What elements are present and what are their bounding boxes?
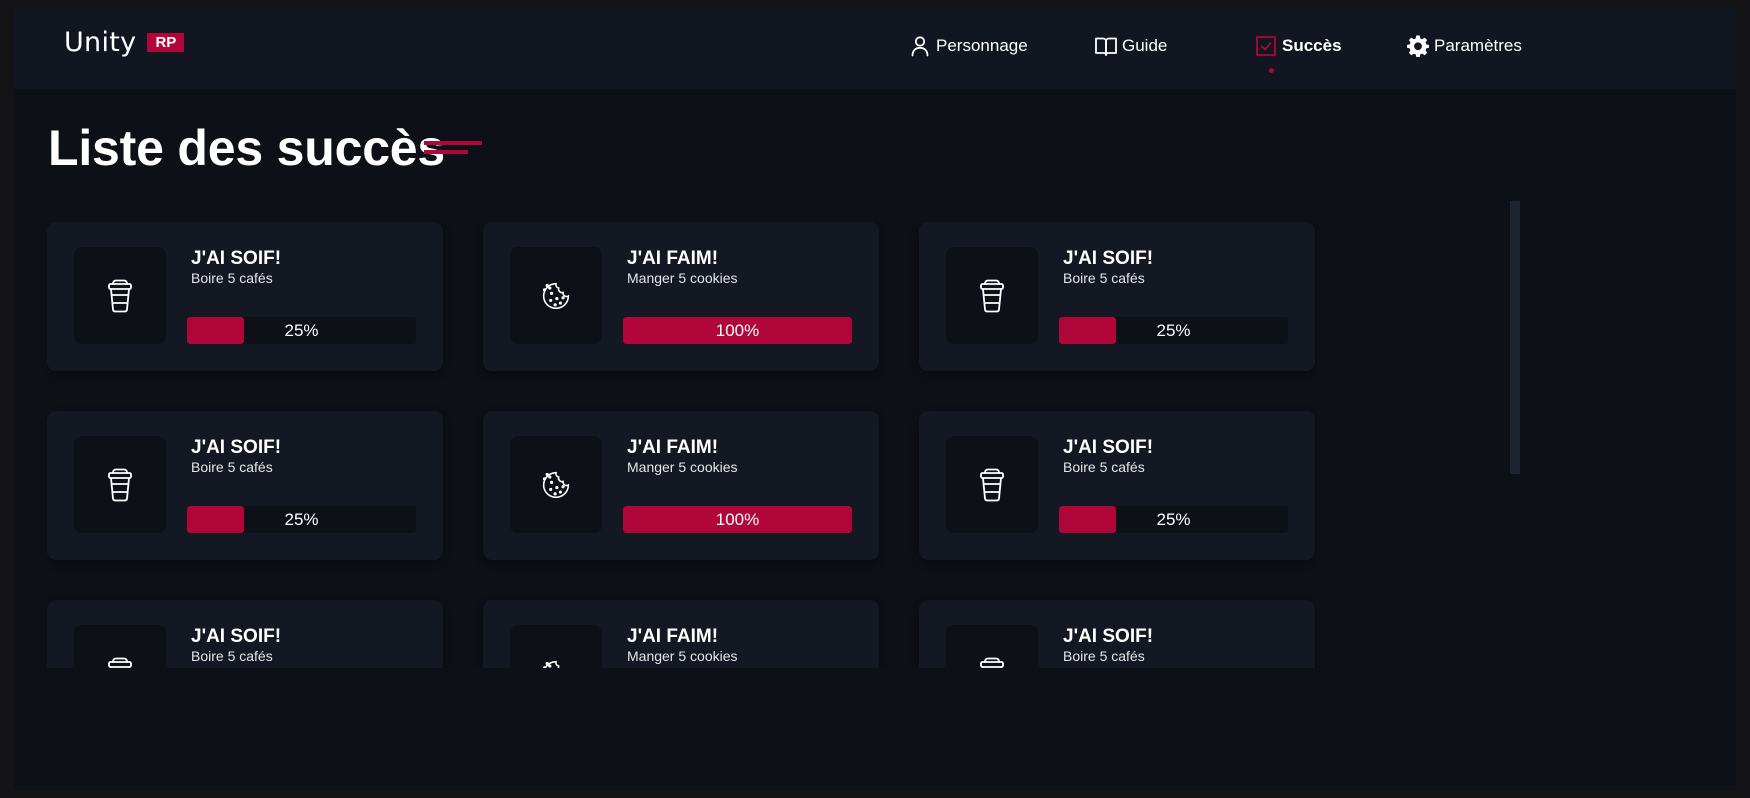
- achievement-progress-bar: 25%: [1059, 317, 1288, 344]
- coffee-cup-icon: [977, 468, 1007, 502]
- progress-label: 100%: [715, 321, 760, 340]
- cookie-icon: [541, 468, 571, 502]
- achievement-title: J'AI SOIF!: [1063, 626, 1154, 647]
- achievement-icon-box: [510, 247, 602, 344]
- logo[interactable]: Unity RP: [64, 27, 185, 58]
- scrollbar[interactable]: [1510, 201, 1520, 474]
- achievement-title: J'AI SOIF!: [1063, 248, 1154, 269]
- logo-text: Unity: [64, 27, 137, 58]
- achievement-description: Boire 5 cafés: [1063, 270, 1145, 286]
- achievement-description: Boire 5 cafés: [191, 459, 273, 475]
- nav-label-succes: Succès: [1282, 36, 1342, 55]
- achievement-progress-bar: 25%: [1059, 506, 1288, 533]
- logo-badge: RP: [147, 33, 185, 52]
- page-title: Liste des succès: [48, 120, 446, 176]
- achievement-title: J'AI SOIF!: [191, 437, 282, 458]
- achievement-title: J'AI SOIF!: [191, 626, 282, 647]
- app-window: Unity RP Personnage Guide Succès Paramèt…: [14, 9, 1736, 790]
- achievement-progress-bar: 25%: [187, 506, 416, 533]
- achievement-icon-box: [510, 436, 602, 533]
- achievement-card[interactable]: J'AI SOIF!Boire 5 cafés 25%: [919, 411, 1315, 560]
- cookie-icon: [541, 279, 571, 313]
- achievement-card[interactable]: J'AI FAIM!Manger 5 cookies100%: [483, 600, 879, 668]
- nav-item-succes[interactable]: Succès: [1254, 31, 1342, 61]
- achievement-title: J'AI FAIM!: [627, 626, 719, 647]
- progress-label: 100%: [715, 510, 760, 529]
- progress-label: 25%: [1156, 510, 1191, 529]
- achievement-description: Boire 5 cafés: [191, 270, 273, 286]
- title-decoration-lines: [424, 141, 482, 154]
- nav-label-parametres: Paramètres: [1434, 36, 1522, 55]
- nav-label-personnage: Personnage: [936, 36, 1028, 55]
- achievement-icon-box: [74, 625, 166, 668]
- achievement-icon-box: [946, 247, 1038, 344]
- achievement-title: J'AI FAIM!: [627, 437, 719, 458]
- progress-label: 25%: [1156, 321, 1191, 340]
- coffee-cup-icon: [977, 279, 1007, 313]
- achievement-progress-bar: 100%: [623, 317, 852, 344]
- user-icon: [911, 36, 929, 57]
- achievement-progress-bar: 25%: [187, 317, 416, 344]
- achievement-card[interactable]: J'AI SOIF!Boire 5 cafés 25%: [47, 411, 443, 560]
- achievement-description: Boire 5 cafés: [1063, 459, 1145, 475]
- coffee-cup-icon: [105, 279, 135, 313]
- achievement-title: J'AI FAIM!: [627, 248, 719, 269]
- achievement-icon-box: [74, 247, 166, 344]
- achievement-icon-box: [946, 625, 1038, 668]
- achievement-card[interactable]: J'AI SOIF!Boire 5 cafés25%: [919, 600, 1315, 668]
- nav-label-guide: Guide: [1122, 36, 1168, 55]
- nav-item-guide[interactable]: Guide: [1094, 31, 1167, 61]
- achievement-description: Manger 5 cookies: [627, 270, 738, 286]
- cookie-icon: [541, 657, 571, 668]
- achievement-progress-bar: 100%: [623, 506, 852, 533]
- achievement-card[interactable]: J'AI FAIM!Manger 5 cookies 100%: [483, 222, 879, 371]
- achievement-icon-box: [510, 625, 602, 668]
- achievements-grid: J'AI SOIF! Boire 5 cafés 25% J'AI FAIM! Mang…: [47, 222, 1317, 668]
- active-indicator-dot: [1269, 68, 1274, 73]
- progress-label: 25%: [284, 510, 319, 529]
- coffee-cup-icon: [977, 657, 1007, 668]
- achievement-card[interactable]: J'AI FAIM!Manger 5 cookies 100%: [483, 411, 879, 560]
- achievement-card[interactable]: J'AI SOIF!Boire 5 cafés 25%: [919, 222, 1315, 371]
- nav-item-parametres[interactable]: Paramètres: [1406, 31, 1522, 61]
- achievement-description: Manger 5 cookies: [627, 459, 738, 475]
- achievement-description: Manger 5 cookies: [627, 648, 738, 664]
- achievement-icon-box: [74, 436, 166, 533]
- progress-label: 25%: [284, 321, 319, 340]
- checkbox-icon: [1256, 36, 1276, 56]
- achievement-card[interactable]: J'AI SOIF!Boire 5 cafés25%: [47, 600, 443, 668]
- coffee-cup-icon: [105, 468, 135, 502]
- achievement-title: J'AI SOIF!: [1063, 437, 1154, 458]
- book-icon: [1095, 37, 1117, 56]
- achievement-title: J'AI SOIF!: [191, 248, 282, 269]
- gear-icon: [1407, 35, 1429, 57]
- top-navigation-bar: Unity RP Personnage Guide Succès Paramèt…: [14, 9, 1736, 89]
- nav-item-personnage[interactable]: Personnage: [908, 31, 1028, 61]
- coffee-cup-icon: [105, 657, 135, 668]
- achievement-card[interactable]: J'AI SOIF!Boire 5 cafés 25%: [47, 222, 443, 371]
- achievement-description: Boire 5 cafés: [191, 648, 273, 664]
- achievement-icon-box: [946, 436, 1038, 533]
- achievement-description: Boire 5 cafés: [1063, 648, 1145, 664]
